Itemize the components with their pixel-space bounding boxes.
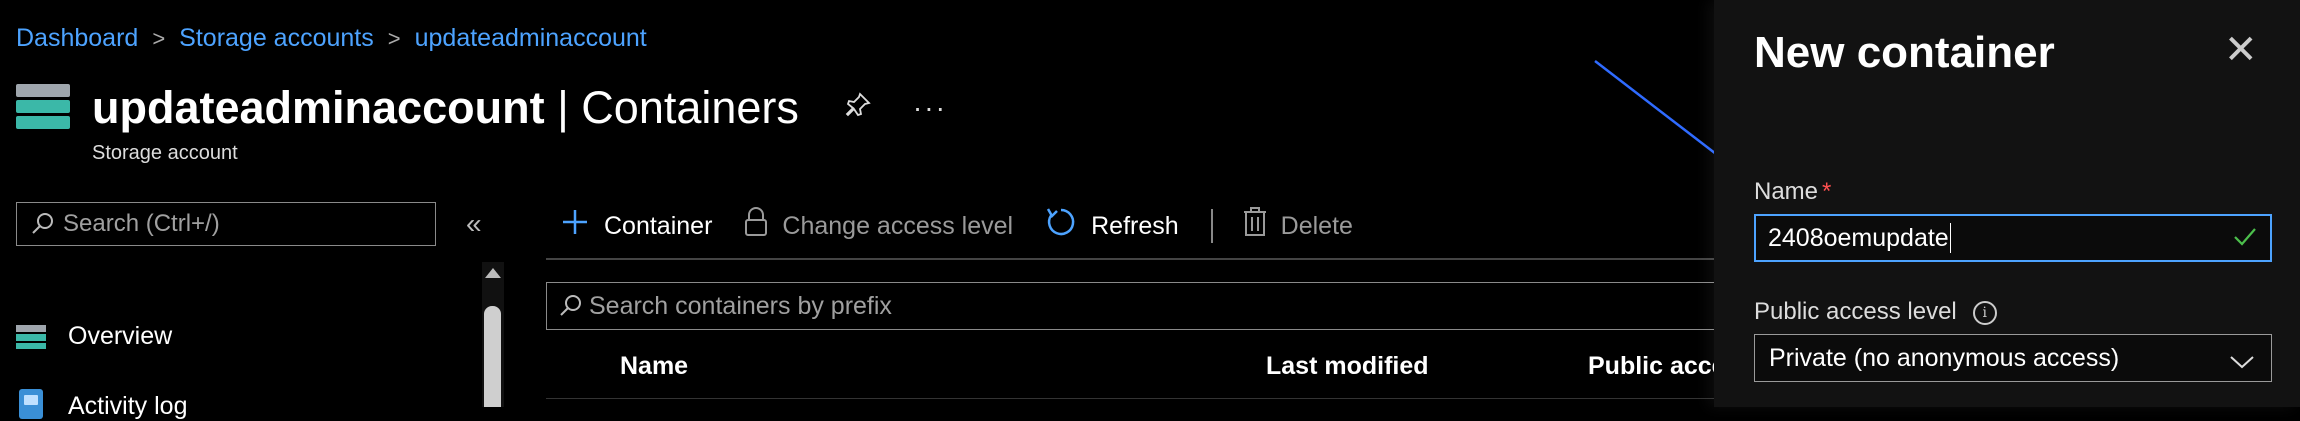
- refresh-button[interactable]: Refresh: [1045, 206, 1179, 246]
- plus-icon: [560, 207, 590, 245]
- add-container-label: Container: [604, 211, 713, 240]
- sidebar-item-overview[interactable]: Overview: [16, 322, 172, 351]
- required-marker: *: [1822, 178, 1832, 205]
- sidebar-search-input[interactable]: Search (Ctrl+/): [16, 202, 436, 246]
- column-header-last-modified[interactable]: Last modified: [1266, 352, 1429, 381]
- more-options-icon[interactable]: ···: [913, 92, 947, 124]
- breadcrumb: Dashboard > Storage accounts > updateadm…: [16, 24, 647, 53]
- storage-icon: [16, 324, 46, 349]
- table-header-divider: [546, 398, 1716, 399]
- refresh-icon: [1045, 206, 1077, 246]
- close-icon[interactable]: ✕: [2224, 30, 2258, 70]
- search-icon: [560, 295, 581, 316]
- toolbar-divider-line: [546, 258, 1716, 260]
- sidebar-search-placeholder: Search (Ctrl+/): [63, 210, 220, 237]
- refresh-label: Refresh: [1091, 211, 1179, 240]
- lock-icon: [744, 207, 768, 245]
- public-access-level-value: Private (no anonymous access): [1769, 343, 2120, 372]
- storage-account-icon: [16, 84, 70, 132]
- search-icon: [32, 213, 53, 234]
- toolbar-divider: [1210, 209, 1213, 243]
- sidebar-item-label: Overview: [68, 322, 173, 350]
- new-container-panel: New container ✕ Name * 2408oemupdate Publ…: [1714, 0, 2300, 407]
- pin-icon[interactable]: [845, 91, 871, 125]
- info-icon[interactable]: i: [1972, 300, 1997, 325]
- page-header: updateadminaccount | Containers ···: [16, 82, 947, 134]
- public-access-level-label: Public access level i: [1754, 298, 1997, 326]
- checkmark-icon: [2232, 224, 2258, 257]
- command-bar: Container Change access level Refresh De…: [560, 206, 1385, 246]
- column-header-name[interactable]: Name: [620, 352, 688, 381]
- container-search-placeholder: Search containers by prefix: [589, 291, 892, 320]
- container-name-value: 2408oemupdate: [1768, 223, 1949, 252]
- breadcrumb-dashboard[interactable]: Dashboard: [16, 24, 138, 53]
- change-access-level-label: Change access level: [782, 211, 1014, 240]
- column-header-public-access[interactable]: Public acce: [1588, 352, 1726, 381]
- trash-icon: [1243, 207, 1267, 245]
- chevron-down-icon: [2229, 349, 2255, 378]
- container-name-input[interactable]: 2408oemupdate: [1754, 214, 2272, 262]
- text-caret: [1949, 223, 1951, 253]
- breadcrumb-storage-accounts[interactable]: Storage accounts: [179, 24, 374, 53]
- scroll-up-icon[interactable]: [485, 268, 501, 278]
- panel-title: New container: [1754, 28, 2055, 77]
- add-container-button[interactable]: Container: [560, 207, 712, 245]
- breadcrumb-account[interactable]: updateadminaccount: [415, 24, 647, 53]
- sidebar-scroll-thumb[interactable]: [484, 306, 501, 407]
- collapse-sidebar-icon[interactable]: «: [466, 208, 482, 240]
- breadcrumb-separator: >: [387, 25, 401, 51]
- delete-button[interactable]: Delete: [1243, 207, 1353, 245]
- name-field-label: Name *: [1754, 178, 1832, 205]
- container-search-input[interactable]: Search containers by prefix: [546, 282, 1736, 330]
- public-access-level-select[interactable]: Private (no anonymous access): [1754, 334, 2272, 382]
- change-access-level-button[interactable]: Change access level: [744, 207, 1013, 245]
- breadcrumb-separator: >: [152, 25, 166, 51]
- delete-label: Delete: [1280, 211, 1353, 240]
- page-title: updateadminaccount | Containers: [92, 82, 799, 133]
- page-subtitle: Storage account: [92, 142, 238, 164]
